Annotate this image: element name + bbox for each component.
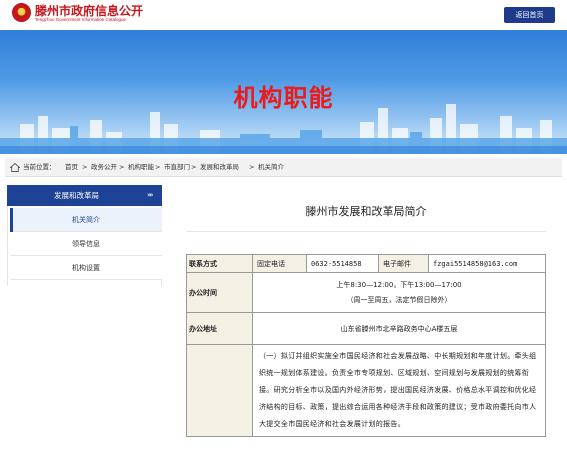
site-subtitle: Tengzhou Government Information Catalogu… — [35, 17, 127, 22]
duty-label-cell — [186, 344, 253, 437]
breadcrumb-label: 当前位置： — [23, 163, 56, 171]
phone-value: 0632-5514858 — [306, 254, 379, 273]
sidebar-heading: 发展和改革局 »» — [7, 185, 162, 206]
table-row: 联系方式 固定电话 0632-5514858 电子邮件 fzgai5514858… — [186, 254, 546, 273]
banner-title: 机构职能 — [233, 84, 334, 112]
breadcrumb-separator: > — [82, 163, 88, 171]
sidebar-item-organization-structure[interactable]: 机构设置 — [10, 256, 162, 280]
top-header: 滕州市政府信息公开 Tengzhou Government Informatio… — [0, 0, 567, 30]
phone-label: 固定电话 — [252, 254, 307, 273]
sidebar-item-label: 领导信息 — [72, 240, 100, 248]
breadcrumb-current-page: 机关简介 — [258, 163, 284, 171]
banner: 机构职能 — [0, 30, 567, 154]
breadcrumb: 当前位置： 首页 > 政务公开 > 机构职能 > 市直部门 > 发展和改革局 >… — [5, 158, 562, 177]
sidebar-heading-label: 发展和改革局 — [54, 191, 99, 200]
breadcrumb-institution-functions[interactable]: 机构职能 — [128, 158, 154, 177]
breadcrumb-city-departments[interactable]: 市直部门 — [164, 158, 190, 177]
page-title: 滕州市发展和改革局简介 — [305, 205, 427, 218]
office-hours-label: 办公时间 — [186, 272, 253, 313]
breadcrumb-separator: > — [119, 163, 125, 171]
breadcrumb-home[interactable]: 首页 — [65, 158, 78, 177]
office-hours-line-2: （周一至周五，法定节假日除外） — [346, 295, 452, 304]
breadcrumb-separator: > — [155, 163, 161, 171]
office-hours-value: 上午8:30—12:00，下午13:00—17:00 （周一至周五，法定节假日除… — [252, 272, 546, 313]
government-emblem-icon — [12, 3, 31, 22]
breadcrumb-separator: > — [249, 163, 255, 171]
table-row: （一）拟订并组织实施全市国民经济和社会发展战略、中长期规划和年度计划。牵头组织统… — [186, 344, 546, 437]
email-label: 电子邮件 — [378, 254, 429, 273]
address-value: 山东省滕州市北辛路政务中心A楼五层 — [252, 312, 546, 345]
sidebar-item-leadership-info[interactable]: 领导信息 — [10, 232, 162, 256]
title-divider — [186, 231, 546, 232]
contact-label: 联系方式 — [186, 254, 253, 273]
double-chevron-right-icon: »» — [147, 191, 153, 199]
agency-info-table: 联系方式 固定电话 0632-5514858 电子邮件 fzgai5514858… — [186, 254, 546, 437]
office-hours-line-1: 上午8:30—12:00，下午13:00—17:00 — [336, 280, 462, 289]
breadcrumb-development-reform[interactable]: 发展和改革局 — [200, 158, 239, 177]
home-button[interactable]: 返回首页 — [504, 7, 555, 23]
sidebar-item-agency-profile[interactable]: 机关简介 — [10, 208, 162, 232]
table-row: 办公时间 上午8:30—12:00，下午13:00—17:00 （周一至周五，法… — [186, 272, 546, 313]
address-label: 办公地址 — [186, 312, 253, 345]
table-row: 办公地址 山东省滕州市北辛路政务中心A楼五层 — [186, 312, 546, 345]
breadcrumb-separator: > — [191, 163, 197, 171]
breadcrumb-public-affairs[interactable]: 政务公开 — [91, 158, 117, 177]
sidebar-item-label: 机构设置 — [72, 264, 100, 272]
email-value[interactable]: fzgai5514858@163.com — [428, 254, 546, 273]
home-icon — [10, 163, 20, 172]
duty-description: （一）拟订并组织实施全市国民经济和社会发展战略、中长期规划和年度计划。牵头组织统… — [252, 344, 546, 437]
sidebar-item-label: 机关简介 — [72, 216, 100, 224]
